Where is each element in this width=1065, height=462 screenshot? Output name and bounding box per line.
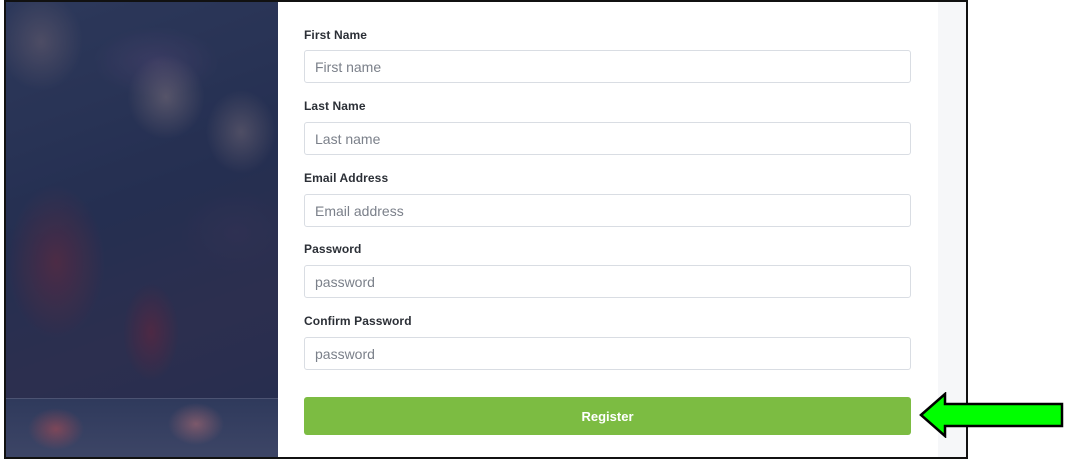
confirm-password-input[interactable] <box>304 337 911 370</box>
email-address-label: Email Address <box>304 171 389 185</box>
last-name-label: Last Name <box>304 99 366 113</box>
crowd-fans-photo <box>6 2 278 457</box>
last-name-input[interactable] <box>304 122 911 155</box>
photo-lower-strip <box>6 398 278 457</box>
first-name-input[interactable] <box>304 50 911 83</box>
password-label: Password <box>304 242 362 256</box>
password-input[interactable] <box>304 265 911 298</box>
photo-overlay <box>6 2 278 457</box>
confirm-password-label: Confirm Password <box>304 314 412 328</box>
first-name-label: First Name <box>304 28 368 42</box>
register-button[interactable]: Register <box>304 397 911 435</box>
registration-page: First Name Last Name Email Address Passw… <box>4 0 968 459</box>
right-gutter <box>938 2 966 457</box>
email-address-input[interactable] <box>304 194 911 227</box>
left-arrow-icon <box>919 392 1064 438</box>
